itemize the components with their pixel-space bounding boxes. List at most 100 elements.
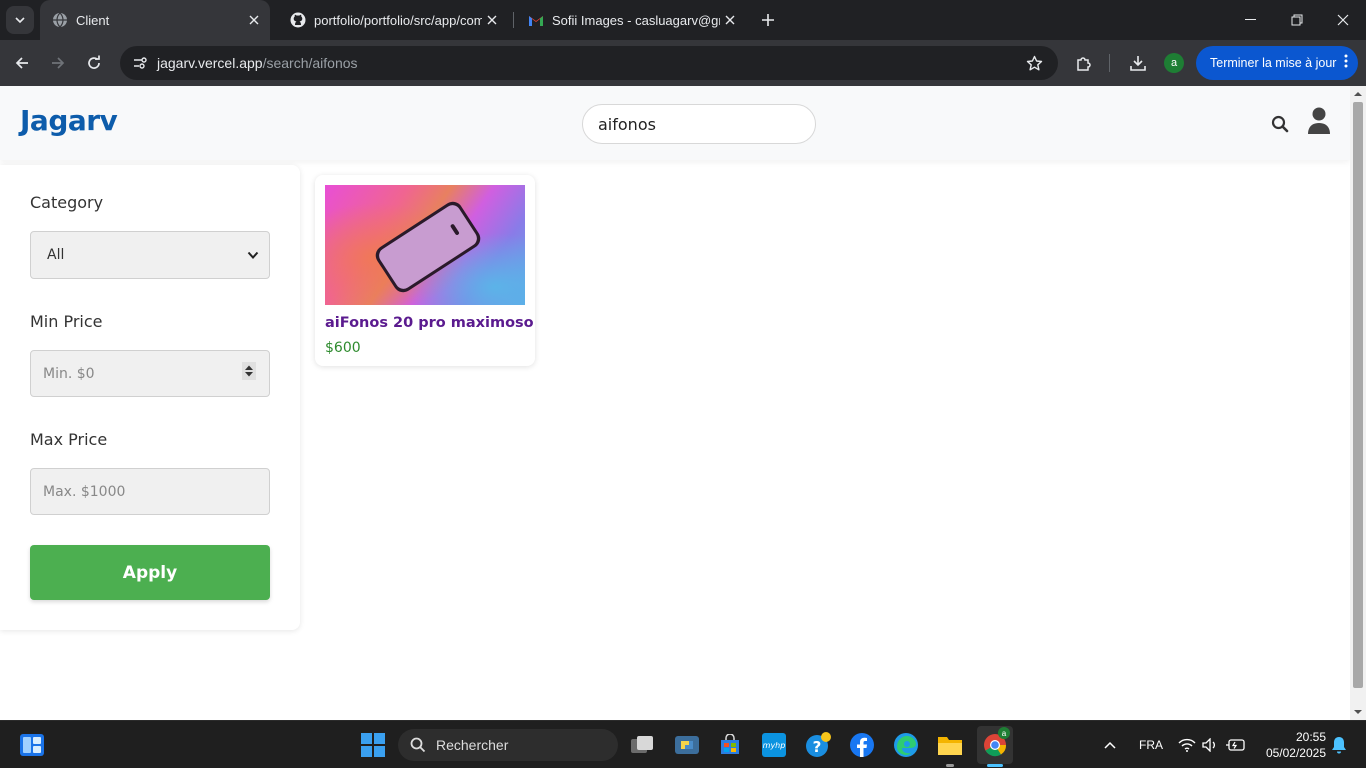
scroll-down-icon[interactable] [1354,708,1362,716]
system-clock[interactable]: 20:55 05/02/2025 [1258,729,1326,761]
restore-button[interactable] [1274,0,1320,40]
wifi-icon[interactable] [1176,729,1198,761]
minimize-button[interactable] [1228,0,1274,40]
downloads-icon[interactable] [1126,51,1150,75]
filter-panel: Category All Min Price Max Price Apply [0,165,300,630]
product-card[interactable]: aiFonos 20 pro maximoso $600 [315,175,535,366]
arrow-left-icon [15,57,28,69]
taskbar-search-placeholder: Rechercher [436,737,509,753]
product-image[interactable] [325,185,525,305]
volume-icon[interactable] [1199,729,1221,761]
site-info-icon[interactable] [128,51,152,75]
category-selected-value: All [47,247,65,263]
gmail-icon [528,12,544,28]
number-stepper[interactable] [242,362,256,380]
stepper-arrows-icon [245,365,253,377]
file-explorer-icon[interactable] [934,729,966,761]
globe-icon [52,12,68,28]
browser-tab-bar: Client portfolio/portfolio/src/app/com S… [0,0,1366,40]
browser-toolbar: jagarv.vercel.app/search/aifonos a Termi… [0,40,1366,86]
update-button-label: Terminer la mise à jour [1210,56,1337,70]
chrome-icon[interactable]: a [977,726,1013,764]
microsoft-store-icon[interactable] [714,729,746,761]
battery-icon[interactable] [1224,729,1248,761]
site-logo[interactable]: Jagarv [20,104,118,137]
user-icon[interactable] [1306,106,1332,136]
url-path: /search/aifonos [262,55,358,71]
search-icon[interactable] [1269,113,1291,135]
tab-client[interactable]: Client [40,0,270,40]
min-price-label: Min Price [30,312,103,331]
category-select[interactable]: All [30,231,270,279]
scroll-up-icon[interactable] [1354,90,1362,98]
new-tab-button[interactable] [756,8,780,32]
show-hidden-icons[interactable] [1098,729,1122,761]
scrollbar-thumb[interactable] [1353,102,1363,688]
min-price-input[interactable] [30,350,270,397]
tab-title: portfolio/portfolio/src/app/com [314,12,482,28]
clock-date: 05/02/2025 [1265,746,1326,760]
max-price-input[interactable] [30,468,270,515]
reload-button[interactable] [80,49,108,77]
github-icon [290,12,306,28]
facebook-icon[interactable] [846,729,878,761]
taskbar: Rechercher myhp ? a FRA 20:55 05/02/2025 [0,720,1366,768]
close-icon [1337,14,1349,26]
running-indicator [946,764,954,767]
reload-icon [88,55,100,69]
back-button[interactable] [8,49,36,77]
category-label: Category [30,193,104,212]
extensions-icon[interactable] [1072,51,1096,75]
update-button[interactable]: Terminer la mise à jour [1196,46,1358,80]
search-input[interactable] [582,104,816,144]
chevron-down-icon [15,17,25,24]
vertical-scrollbar[interactable] [1350,86,1366,720]
chevron-up-icon [1104,741,1116,749]
tab-search-button[interactable] [6,6,34,34]
site-header: Jagarv [0,86,1350,160]
search-icon [410,737,426,753]
edge-icon[interactable] [890,729,922,761]
get-help-icon[interactable]: ? [802,729,834,761]
forward-button[interactable] [44,49,72,77]
tab-title: Sofii Images - casluagarv@gma [552,12,720,28]
web-page: Jagarv Category All Min Price Max Price … [0,86,1350,720]
svg-text:?: ? [813,738,822,756]
tab-separator [513,12,514,28]
svg-text:myhp: myhp [763,741,786,750]
notification-bell-icon[interactable] [1328,729,1350,761]
toolbar-divider [1109,54,1110,72]
max-price-label: Max Price [30,430,108,449]
apply-button[interactable]: Apply [30,545,270,600]
plus-icon [762,14,774,26]
url-host: jagarv.vercel.app [157,55,263,71]
close-tab-icon[interactable] [720,10,740,30]
python-icon[interactable] [671,729,703,761]
close-tab-icon[interactable] [244,10,264,30]
bookmark-star-icon[interactable] [1022,51,1046,75]
language-indicator[interactable]: FRA [1139,738,1163,752]
url-text: jagarv.vercel.app/search/aifonos [157,55,358,71]
product-name[interactable]: aiFonos 20 pro maximoso [325,315,534,331]
clock-time: 20:55 [1295,730,1326,744]
active-indicator [987,764,1003,767]
product-price: $600 [325,340,361,356]
myhp-icon[interactable]: myhp [758,729,790,761]
chevron-down-icon [247,251,259,259]
restore-icon [1291,14,1303,26]
chrome-profile-badge: a [998,727,1010,739]
profile-avatar[interactable]: a [1164,53,1184,73]
address-bar[interactable]: jagarv.vercel.app/search/aifonos [120,46,1058,80]
taskbar-search[interactable]: Rechercher [398,729,618,761]
close-window-button[interactable] [1320,0,1366,40]
more-menu-icon[interactable] [1344,54,1348,71]
task-view-icon[interactable] [626,729,658,761]
minimize-icon [1245,19,1256,20]
tab-title: Client [76,12,110,28]
windows-start-icon[interactable] [357,729,389,761]
widgets-icon[interactable] [16,729,48,761]
tab-gmail[interactable]: Sofii Images - casluagarv@gma [516,0,746,40]
close-tab-icon[interactable] [482,10,502,30]
arrow-right-icon [52,57,65,69]
tab-github[interactable]: portfolio/portfolio/src/app/com [278,0,508,40]
